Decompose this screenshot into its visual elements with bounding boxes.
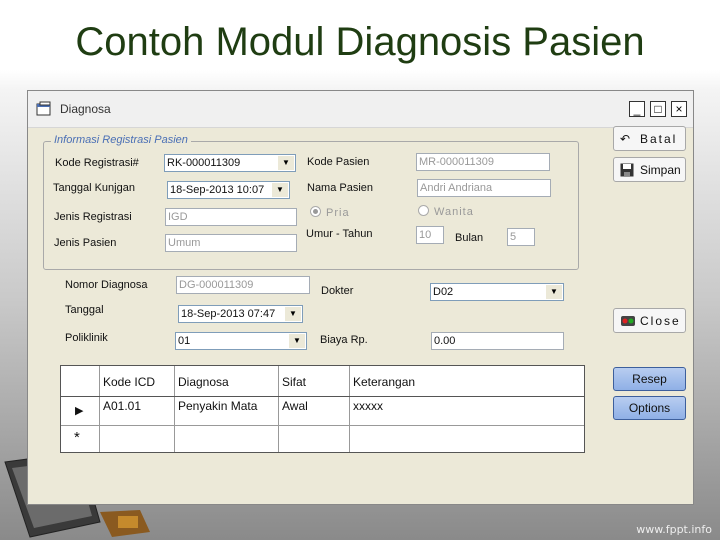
slide-title: Contoh Modul Diagnosis Pasien	[75, 20, 645, 64]
dropdown-arrow-icon[interactable]: ▼	[289, 334, 305, 348]
simpan-button[interactable]: Simpan	[613, 157, 686, 182]
undo-icon: ↶	[620, 132, 631, 146]
window-title: Diagnosa	[60, 102, 111, 116]
current-row-marker-icon: ▶	[75, 405, 84, 417]
kode-registrasi-value: RK-000011309	[167, 157, 241, 169]
tanggal-label: Tanggal	[65, 304, 104, 316]
registration-group-title: Informasi Registrasi Pasien	[51, 134, 191, 146]
dokter-value: D02	[433, 286, 454, 298]
column-header[interactable]: Kode ICD	[103, 375, 155, 389]
simpan-label: Simpan	[640, 163, 681, 177]
grid-line	[99, 366, 100, 452]
radio-unselected-icon	[418, 205, 429, 216]
tanggal-kunjungan-value: 18-Sep-2013 10:07	[170, 184, 265, 196]
radio-selected-icon	[310, 206, 321, 217]
save-icon	[620, 163, 634, 177]
kode-pasien-label: Kode Pasien	[307, 156, 370, 168]
resep-button[interactable]: Resep	[613, 367, 686, 391]
table-cell[interactable]: A01.01	[103, 399, 141, 413]
nama-pasien-label: Nama Pasien	[307, 182, 374, 194]
diagnosis-table: Kode ICD Diagnosa Sifat Keterangan ▶ A01…	[60, 365, 585, 453]
gender-pria-label: Pria	[326, 207, 350, 219]
column-header[interactable]: Diagnosa	[178, 375, 229, 389]
dropdown-arrow-icon[interactable]: ▼	[546, 285, 562, 299]
dokter-label: Dokter	[321, 285, 354, 297]
bulan-field[interactable]: 5	[507, 228, 535, 246]
dropdown-arrow-icon[interactable]: ▼	[285, 307, 301, 321]
close-window-button[interactable]: ×	[671, 101, 687, 117]
dropdown-arrow-icon[interactable]: ▼	[278, 156, 294, 170]
tanggal-value: 18-Sep-2013 07:47	[181, 308, 276, 320]
new-row-marker-icon: *	[74, 429, 80, 446]
table-cell[interactable]: xxxxx	[353, 399, 383, 413]
window-titlebar[interactable]: Diagnosa _ □ ×	[28, 91, 693, 128]
gender-wanita-radio[interactable]: Wanita	[418, 205, 474, 218]
maximize-button[interactable]: □	[650, 101, 666, 117]
biaya-label: Biaya Rp.	[320, 334, 368, 346]
poliklinik-label: Poliklinik	[65, 332, 108, 344]
jenis-pasien-label: Jenis Pasien	[54, 237, 117, 249]
poliklinik-combo[interactable]: 01 ▼	[175, 332, 307, 350]
batal-button[interactable]: ↶ Batal	[613, 126, 686, 151]
dokter-combo[interactable]: D02 ▼	[430, 283, 564, 301]
grid-line	[61, 425, 584, 426]
bulan-label: Bulan	[455, 232, 484, 244]
kode-pasien-field[interactable]: MR-000011309	[416, 153, 550, 171]
diagnosa-window: Diagnosa _ □ × Informasi Registrasi Pasi…	[27, 90, 694, 505]
jenis-registrasi-label: Jenis Registrasi	[54, 211, 132, 223]
close-label: Close	[640, 314, 681, 328]
minimize-button[interactable]: _	[629, 101, 645, 117]
tanggal-picker[interactable]: 18-Sep-2013 07:47 ▼	[178, 305, 303, 323]
umur-tahun-label: Umur - Tahun	[306, 228, 373, 240]
tanggal-kunjungan-label: Tanggal Kunjgan	[53, 182, 135, 194]
grid-line	[349, 366, 350, 452]
column-header[interactable]: Keterangan	[353, 375, 415, 389]
table-cell[interactable]: Awal	[282, 399, 308, 413]
umur-tahun-field[interactable]: 10	[416, 226, 444, 244]
traffic-light-icon	[621, 316, 635, 326]
form-icon	[36, 101, 51, 116]
nama-pasien-field[interactable]: Andri Andriana	[417, 179, 551, 197]
table-cell[interactable]: Penyakin Mata	[178, 399, 257, 413]
close-button[interactable]: Close	[613, 308, 686, 333]
tanggal-kunjungan-picker[interactable]: 18-Sep-2013 10:07 ▼	[167, 181, 290, 199]
nomor-diagnosa-field[interactable]: DG-000011309	[176, 276, 310, 294]
options-button[interactable]: Options	[613, 396, 686, 420]
batal-label: Batal	[640, 132, 678, 146]
jenis-pasien-field[interactable]: Umum	[165, 234, 297, 252]
footer-url: www.fppt.info	[636, 523, 712, 536]
nomor-diagnosa-label: Nomor Diagnosa	[65, 279, 148, 291]
dropdown-arrow-icon[interactable]: ▼	[272, 183, 288, 197]
kode-registrasi-label: Kode Registrasi#	[55, 157, 139, 169]
jenis-registrasi-field[interactable]: IGD	[165, 208, 297, 226]
gender-pria-radio[interactable]: Pria	[310, 206, 350, 219]
poliklinik-value: 01	[178, 335, 191, 347]
biaya-field[interactable]: 0.00	[431, 332, 564, 350]
kode-registrasi-combo[interactable]: RK-000011309 ▼	[164, 154, 296, 172]
gender-wanita-label: Wanita	[434, 206, 474, 218]
grid-line	[174, 366, 175, 452]
column-header[interactable]: Sifat	[282, 375, 306, 389]
grid-line	[61, 396, 584, 397]
grid-line	[278, 366, 279, 452]
